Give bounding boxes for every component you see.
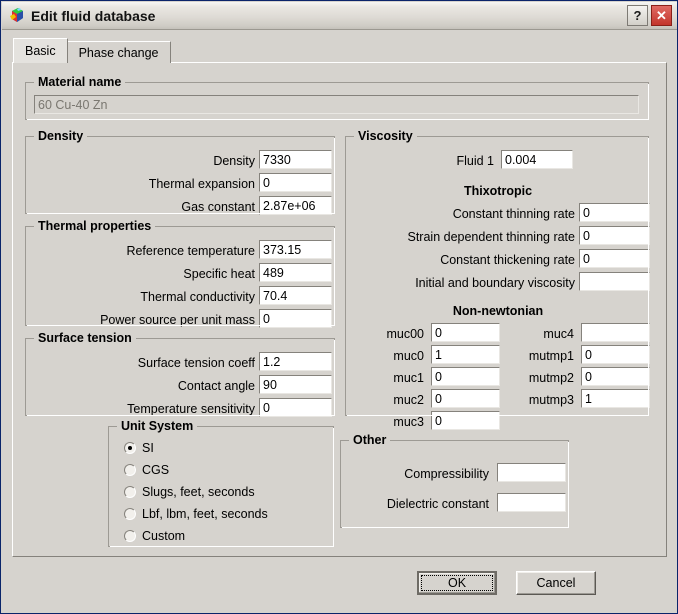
specific-heat-label: Specific heat <box>183 267 255 281</box>
mutmp2-label: mutmp2 <box>528 371 574 385</box>
title-bar: Edit fluid database ? ✕ <box>2 2 677 30</box>
specific-heat-input[interactable] <box>259 263 332 282</box>
mutmp2-input[interactable] <box>581 367 650 386</box>
muc4-input[interactable] <box>581 323 650 342</box>
reference-temperature-label: Reference temperature <box>126 244 255 258</box>
radio-icon <box>124 530 136 542</box>
cancel-button-label: Cancel <box>536 576 576 590</box>
muc1-input[interactable] <box>431 367 500 386</box>
mutmp3-input[interactable] <box>581 389 650 408</box>
density-label: Density <box>213 154 255 168</box>
strain-dependent-thinning-rate-label: Strain dependent thinning rate <box>407 230 576 244</box>
title-bar-buttons: ? ✕ <box>627 5 672 26</box>
radio-icon <box>124 442 136 454</box>
unit-system-group: Unit System SI CGS Slugs, feet, seconds … <box>108 419 334 547</box>
unit-system-option-custom[interactable]: Custom <box>124 529 185 543</box>
material-name-group-label: Material name <box>34 75 126 89</box>
density-input[interactable] <box>259 150 332 169</box>
unit-system-option-cgs[interactable]: CGS <box>124 463 169 477</box>
edit-fluid-database-dialog: Edit fluid database ? ✕ Basic Phase chan… <box>0 0 678 614</box>
muc3-label: muc3 <box>393 415 424 429</box>
constant-thinning-rate-label: Constant thinning rate <box>452 207 575 221</box>
gas-constant-input[interactable] <box>259 196 332 215</box>
constant-thickening-rate-input[interactable] <box>579 249 650 268</box>
temperature-sensitivity-label: Temperature sensitivity <box>127 402 255 416</box>
other-group: Other Compressibility Dielectric constan… <box>340 433 569 528</box>
power-source-input[interactable] <box>259 309 332 328</box>
muc1-label: muc1 <box>393 371 424 385</box>
temperature-sensitivity-input[interactable] <box>259 398 332 417</box>
mutmp3-label: mutmp3 <box>528 393 574 407</box>
surface-tension-coeff-label: Surface tension coeff <box>137 356 255 370</box>
thermal-expansion-input[interactable] <box>259 173 332 192</box>
tab-phase-change[interactable]: Phase change <box>66 41 171 63</box>
tab-basic[interactable]: Basic <box>13 38 68 63</box>
unit-system-option-slugs[interactable]: Slugs, feet, seconds <box>124 485 255 499</box>
surface-tension-coeff-input[interactable] <box>259 352 332 371</box>
power-source-label: Power source per unit mass <box>100 313 255 327</box>
unit-system-option-label: SI <box>142 441 154 455</box>
non-newtonian-header: Non-newtonian <box>452 304 544 318</box>
basic-tab-panel: Material name Density Density Thermal ex… <box>12 62 667 557</box>
unit-system-option-lbf[interactable]: Lbf, lbm, feet, seconds <box>124 507 268 521</box>
radio-icon <box>124 464 136 476</box>
initial-boundary-viscosity-label: Initial and boundary viscosity <box>415 276 575 290</box>
cube-icon <box>8 7 26 25</box>
muc00-label: muc00 <box>386 327 424 341</box>
mutmp1-label: mutmp1 <box>528 349 574 363</box>
unit-system-option-label: CGS <box>142 463 170 477</box>
material-name-group: Material name <box>25 75 649 120</box>
fluid-1-input[interactable] <box>501 150 573 169</box>
radio-icon <box>124 486 136 498</box>
muc4-label: muc4 <box>543 327 574 341</box>
thermal-conductivity-input[interactable] <box>259 286 332 305</box>
constant-thinning-rate-input[interactable] <box>579 203 650 222</box>
tab-strip: Basic Phase change <box>13 38 171 63</box>
window-title: Edit fluid database <box>31 7 156 24</box>
fluid-1-label: Fluid 1 <box>456 154 494 168</box>
thixotropic-header: Thixotropic <box>463 184 533 198</box>
density-group: Density Density Thermal expansion Gas co… <box>25 129 335 215</box>
muc2-input[interactable] <box>431 389 500 408</box>
thermal-expansion-label: Thermal expansion <box>148 177 255 191</box>
ok-button[interactable]: OK <box>417 571 497 595</box>
contact-angle-label: Contact angle <box>177 379 255 393</box>
muc00-input[interactable] <box>431 323 500 342</box>
strain-dependent-thinning-rate-input[interactable] <box>579 226 650 245</box>
contact-angle-input[interactable] <box>259 375 332 394</box>
radio-icon <box>124 508 136 520</box>
muc2-label: muc2 <box>393 393 424 407</box>
muc0-label: muc0 <box>393 349 424 363</box>
unit-system-option-si[interactable]: SI <box>124 441 154 455</box>
thermal-properties-group-label: Thermal properties <box>34 219 156 233</box>
compressibility-input[interactable] <box>497 463 566 482</box>
viscosity-group-label: Viscosity <box>354 129 417 143</box>
surface-tension-group-label: Surface tension <box>34 331 136 345</box>
other-group-label: Other <box>349 433 391 447</box>
unit-system-option-label: Lbf, lbm, feet, seconds <box>142 507 268 521</box>
compressibility-label: Compressibility <box>404 467 489 481</box>
thermal-properties-group: Thermal properties Reference temperature… <box>25 219 335 328</box>
density-group-label: Density <box>34 129 88 143</box>
cancel-button[interactable]: Cancel <box>516 571 596 595</box>
unit-system-group-label: Unit System <box>117 419 198 433</box>
unit-system-option-label: Custom <box>142 529 186 543</box>
help-button[interactable]: ? <box>627 5 648 26</box>
reference-temperature-input[interactable] <box>259 240 332 259</box>
surface-tension-group: Surface tension Surface tension coeff Co… <box>25 331 335 417</box>
initial-boundary-viscosity-input[interactable] <box>579 272 650 291</box>
constant-thickening-rate-label: Constant thickening rate <box>440 253 575 267</box>
dielectric-constant-label: Dielectric constant <box>386 497 489 511</box>
muc3-input[interactable] <box>431 411 500 430</box>
ok-button-label: OK <box>447 576 467 590</box>
muc0-input[interactable] <box>431 345 500 364</box>
unit-system-option-label: Slugs, feet, seconds <box>142 485 255 499</box>
mutmp1-input[interactable] <box>581 345 650 364</box>
dielectric-constant-input[interactable] <box>497 493 566 512</box>
thermal-conductivity-label: Thermal conductivity <box>140 290 255 304</box>
gas-constant-label: Gas constant <box>181 200 255 214</box>
close-icon[interactable]: ✕ <box>651 5 672 26</box>
material-name-input[interactable] <box>34 95 639 114</box>
viscosity-group: Viscosity Fluid 1 Thixotropic Constant t… <box>345 129 650 430</box>
